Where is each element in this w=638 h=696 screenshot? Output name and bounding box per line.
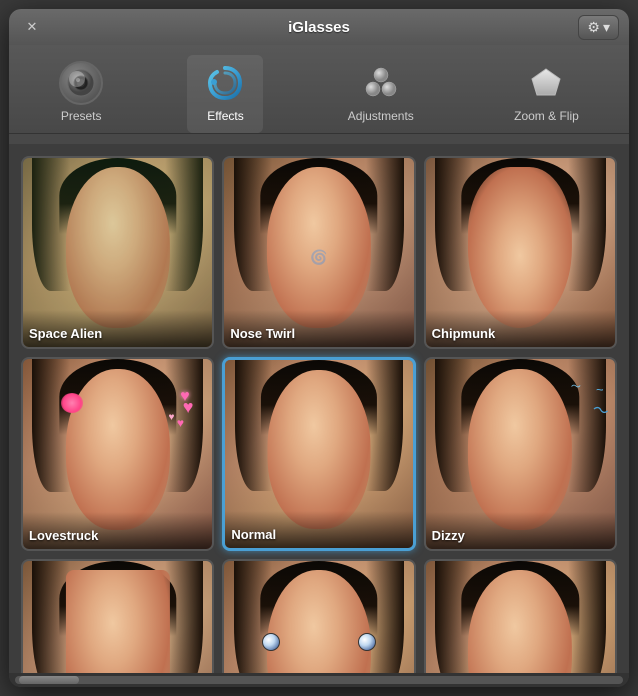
tab-effects[interactable]: Effects	[187, 55, 263, 133]
zoom-svg	[529, 66, 563, 100]
tab-effects-label: Effects	[207, 109, 243, 123]
block-hair-right	[165, 561, 203, 673]
tab-presets[interactable]: Presets	[43, 55, 119, 133]
frog-preview	[426, 561, 615, 673]
effect-chipmunk[interactable]: Chipmunk	[424, 156, 617, 349]
effect-space-alien[interactable]: Space Alien	[21, 156, 214, 349]
dizzy-label: Dizzy	[426, 512, 615, 549]
window-title: iGlasses	[288, 19, 350, 36]
gear-icon: ⚙	[587, 19, 600, 36]
close-button[interactable]: ✕	[23, 18, 41, 36]
tab-arrow	[264, 134, 284, 144]
nose-twirl-effect: 🌀	[310, 249, 327, 266]
nt-hair-left	[234, 158, 272, 291]
chevron-down-icon: ▾	[603, 19, 610, 36]
frog-hair-right	[568, 561, 606, 673]
blockhead-face-skin	[66, 570, 170, 673]
scrollbar-track[interactable]	[15, 676, 623, 684]
love-face-skin	[66, 369, 170, 530]
adjustments-svg	[361, 65, 401, 101]
scrollbar-area	[9, 673, 629, 687]
effect-bug-out[interactable]: Bug Out	[222, 559, 415, 673]
effect-dizzy[interactable]: ~ 〜 〜 Dizzy	[424, 357, 617, 550]
tab-adjustments-label: Adjustments	[348, 109, 414, 123]
lovestruck-heart-large: ♥	[180, 388, 190, 406]
dizzy-face-skin	[468, 369, 572, 530]
effects-grid: Space Alien 🌀 Nose Twirl	[21, 156, 617, 673]
adjustments-icon	[359, 61, 403, 105]
effect-blockhead[interactable]: Blockhead	[21, 559, 214, 673]
chip-face-skin	[468, 167, 572, 328]
tab-presets-label: Presets	[61, 109, 102, 123]
love-hair-left	[32, 359, 70, 492]
space-alien-label: Space Alien	[23, 310, 212, 347]
norm-hair-right	[366, 360, 403, 491]
hair-left	[32, 158, 70, 291]
love-hair-right	[165, 359, 203, 492]
tab-adjustments[interactable]: Adjustments	[332, 55, 430, 133]
bug-eye-left	[262, 633, 280, 651]
bug-out-preview	[224, 561, 413, 673]
titlebar: ✕ iGlasses ⚙ ▾	[9, 9, 629, 45]
effect-normal[interactable]: Normal	[222, 357, 415, 550]
close-icon: ✕	[27, 19, 38, 35]
nose-twirl-label: Nose Twirl	[224, 310, 413, 347]
effects-grid-container: Space Alien 🌀 Nose Twirl	[9, 144, 629, 673]
blockhead-preview	[23, 561, 212, 673]
effects-icon	[203, 61, 247, 105]
norm-hair-left	[235, 360, 272, 491]
lovestruck-heart-small: ♥	[169, 412, 175, 423]
tab-zoom[interactable]: Zoom & Flip	[498, 55, 595, 133]
toolbar: Presets Effects	[9, 45, 629, 134]
tab-zoom-label: Zoom & Flip	[514, 109, 579, 123]
face-skin	[66, 167, 170, 328]
chip-hair-right	[568, 158, 606, 291]
chipmunk-label: Chipmunk	[426, 310, 615, 347]
scrollbar-thumb[interactable]	[19, 676, 79, 684]
presets-icon	[59, 61, 103, 105]
hair-right	[165, 158, 203, 291]
app-window: ✕ iGlasses ⚙ ▾	[9, 9, 629, 687]
dizzy-bird-3: 〜	[571, 378, 581, 393]
effect-nose-twirl[interactable]: 🌀 Nose Twirl	[222, 156, 415, 349]
nt-hair-right	[366, 158, 404, 291]
lovestruck-label: Lovestruck	[23, 512, 212, 549]
dizzy-hair-left	[435, 359, 473, 492]
zoom-icon	[524, 61, 568, 105]
camera-svg	[67, 69, 95, 97]
swirl-svg	[206, 64, 244, 102]
bug-hair-right	[366, 561, 404, 673]
effect-frog[interactable]: Frog	[424, 559, 617, 673]
norm-face-skin	[267, 370, 370, 529]
chip-hair-left	[435, 158, 473, 291]
normal-label: Normal	[225, 511, 412, 548]
effect-lovestruck[interactable]: ♥ ♥ Lovestruck	[21, 357, 214, 550]
gear-button[interactable]: ⚙ ▾	[578, 15, 619, 40]
tab-indicator-area	[9, 134, 629, 144]
bug-eye-right	[358, 633, 376, 651]
